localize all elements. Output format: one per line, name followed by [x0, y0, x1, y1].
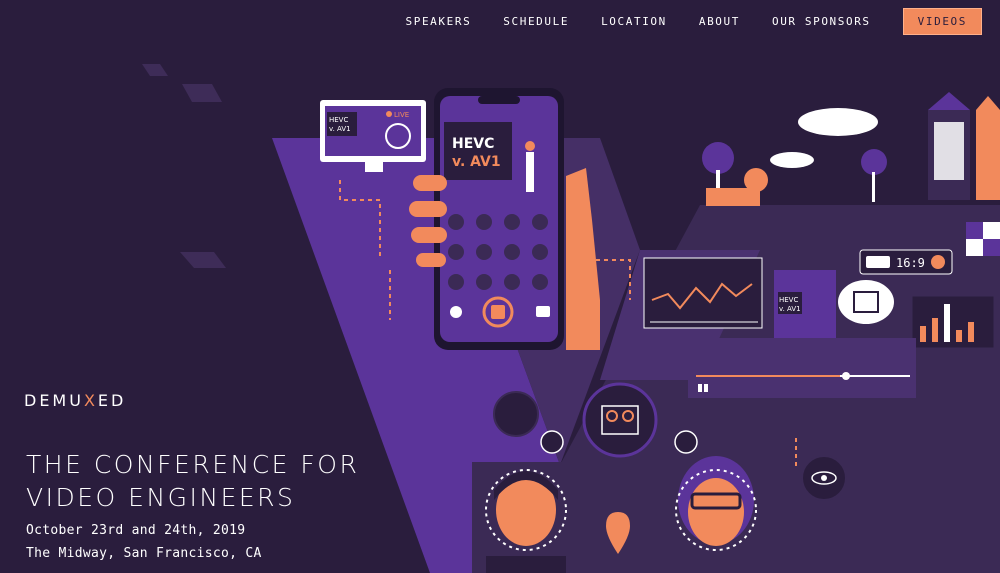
bar-chart-panel	[911, 295, 995, 349]
monitor-illustration: HEVC v. AV1 LIVE	[320, 100, 426, 172]
face-recognition-icon	[582, 382, 658, 458]
videos-button[interactable]: VIDEOS	[902, 7, 982, 35]
nav-our-sponsors[interactable]: OUR SPONSORS	[772, 15, 871, 28]
decor-tile	[182, 84, 222, 102]
brand-suffix: ED	[97, 391, 127, 410]
clock-icon	[493, 391, 539, 437]
arrow-up-right-icon	[540, 430, 564, 454]
event-date: October 23rd and 24th, 2019	[26, 523, 246, 538]
event-venue: The Midway, San Francisco, CA	[26, 546, 262, 561]
fullscreen-bubble	[838, 280, 894, 324]
arrow-down-right-icon	[674, 430, 698, 454]
top-navigation: SPEAKERS SCHEDULE LOCATION ABOUT OUR SPO…	[374, 7, 982, 35]
aspect-ratio-pill: 16:9	[859, 249, 953, 275]
face-man-illustration	[472, 462, 584, 573]
chart-panel	[643, 257, 763, 329]
monitor-screen-text: HEVC	[329, 116, 348, 124]
monitor-live-badge: LIVE	[394, 111, 409, 119]
hero-headline: THE CONFERENCE FOR VIDEO ENGINEERS	[26, 450, 360, 512]
face-woman-illustration	[660, 456, 772, 573]
phone-illustration: HEVC v. AV1	[434, 88, 564, 350]
decor-tile	[142, 64, 168, 76]
brand-x: X	[83, 391, 98, 410]
nav-speakers[interactable]: SPEAKERS	[406, 15, 472, 28]
decor-tile	[180, 252, 226, 268]
brand-prefix: DEMU	[24, 391, 84, 410]
nav-schedule[interactable]: SCHEDULE	[503, 15, 569, 28]
nav-about[interactable]: ABOUT	[699, 15, 740, 28]
svg-text:v. AV1: v. AV1	[452, 154, 501, 170]
video-player-illustration	[688, 338, 916, 398]
aspect-ratio-label: 16:9	[896, 256, 925, 270]
nav-location[interactable]: LOCATION	[601, 15, 667, 28]
svg-text:v. AV1: v. AV1	[329, 125, 351, 133]
stage-screen-text: HEVC	[779, 296, 798, 304]
stage-panel: HEVC v. AV1	[774, 270, 836, 340]
brand-logo[interactable]: DEMUXED	[24, 391, 126, 410]
phone-screen-text: HEVC	[452, 136, 494, 152]
svg-text:v. AV1: v. AV1	[779, 305, 801, 313]
